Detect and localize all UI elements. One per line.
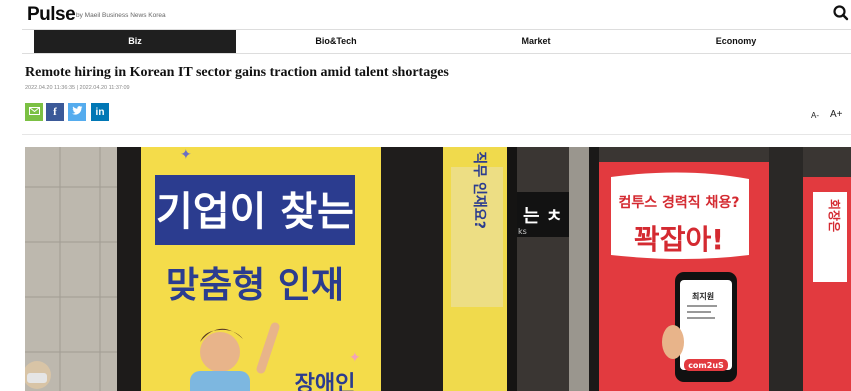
font-decrease-button[interactable]: A-: [811, 111, 819, 120]
svg-text:✦: ✦: [349, 349, 361, 365]
logo-subtitle: by Maeil Business News Korea: [76, 12, 166, 19]
share-facebook-button[interactable]: f: [46, 103, 64, 121]
poster-right-subhead: 꽉잡아!: [634, 223, 724, 256]
station-sign-text: 는 ㅊ: [523, 206, 562, 227]
nav-tab-economy[interactable]: Economy: [636, 30, 836, 53]
poster-far-right-text: 회장은: [827, 199, 842, 232]
nav-tab-biotech[interactable]: Bio&Tech: [236, 30, 436, 53]
email-icon: [28, 106, 40, 118]
search-icon[interactable]: [832, 4, 850, 22]
top-bar: Pulse by Maeil Business News Korea: [0, 0, 851, 28]
brand-logo: com2uS: [688, 361, 724, 370]
linkedin-icon: in: [95, 106, 105, 118]
article-dates: 2022.04.20 11:36:35 | 2022.04.20 11:37:0…: [25, 85, 130, 91]
twitter-icon: [71, 106, 83, 118]
poster-left-bottom: 장애인: [295, 372, 356, 391]
font-increase-button[interactable]: A+: [830, 109, 843, 120]
article-photo: 기업이 찾는 맞춤형 인재 장애인 ✦ ✦ IT 전문 직무 인재요? 는 ㅊ …: [25, 147, 851, 391]
site-logo[interactable]: Pulse: [27, 4, 76, 26]
poster-left-subhead: 맞춤형 인재: [166, 265, 344, 306]
phone-name: 최지원: [692, 291, 714, 301]
svg-text:✦: ✦: [180, 147, 192, 162]
share-email-button[interactable]: [25, 103, 43, 121]
facebook-icon: f: [53, 106, 57, 118]
share-twitter-button[interactable]: [68, 103, 86, 121]
poster-middle-text: IT 전문 직무 인재요?: [471, 147, 488, 229]
section-nav: Biz Bio&Tech Market Economy: [22, 29, 851, 54]
article-headline: Remote hiring in Korean IT sector gains …: [25, 65, 449, 80]
nav-tab-biz[interactable]: Biz: [34, 30, 236, 53]
poster-left-headline: 기업이 찾는: [156, 189, 354, 235]
share-linkedin-button[interactable]: in: [91, 103, 109, 121]
divider: [22, 134, 851, 135]
station-sign-sub: ks: [518, 227, 527, 236]
poster-right-headline: 컴투스 경력직 채용?: [619, 194, 740, 211]
nav-tab-market[interactable]: Market: [436, 30, 636, 53]
